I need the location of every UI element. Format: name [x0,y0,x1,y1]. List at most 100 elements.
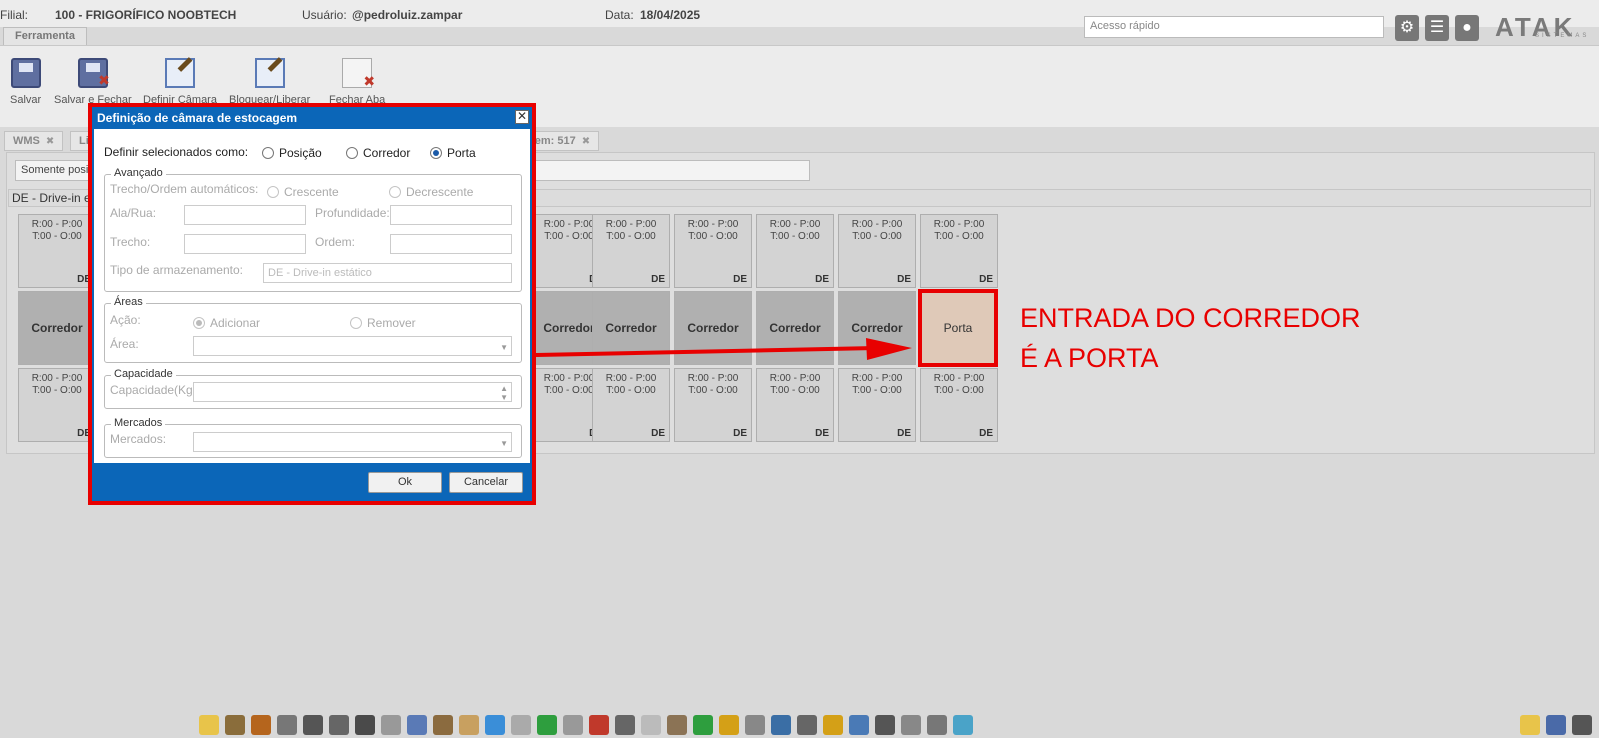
radio-decrescente[interactable]: Decrescente [389,185,473,199]
save-button[interactable]: Salvar [10,58,41,106]
storage-position-cell[interactable]: R:00 - P:00T:00 - O:00DE [674,214,752,288]
taskbar-shortcut-icon[interactable] [225,715,245,735]
data-value: 18/04/2025 [640,8,701,22]
taskbar-shortcut-icon[interactable] [563,715,583,735]
help-icon[interactable] [1546,715,1566,735]
area-select[interactable]: ▼ [193,336,512,356]
storage-position-cell[interactable]: R:00 - P:00T:00 - O:00DE [920,368,998,442]
ala-rua-input[interactable] [184,205,306,225]
cancel-button[interactable]: Cancelar [449,472,523,493]
quick-access-input[interactable]: Acesso rápido [1084,16,1384,38]
taskbar-shortcut-icon[interactable] [719,715,739,735]
gear-icon[interactable]: ⚙ [1395,15,1419,41]
areas-legend: Áreas [111,296,146,308]
video-icon[interactable] [1572,715,1592,735]
storage-position-cell[interactable]: R:00 - P:00T:00 - O:00DE [18,368,96,442]
close-tab-button[interactable]: ✖ Fechar Aba [329,58,385,106]
radio-porta[interactable]: Porta [430,146,476,160]
close-icon[interactable]: ✕ [515,110,529,124]
edit-pen-icon [254,58,285,88]
define-as-label: Definir selecionados como: [104,145,249,159]
close-icon[interactable]: ✖ [46,136,54,147]
radio-adicionar[interactable]: Adicionar [193,316,260,330]
capacidade-fieldset: Capacidade Capacidade(Kg): ▲ ▼ [104,368,522,409]
close-document-icon: ✖ [342,58,375,89]
capacidade-label: Capacidade(Kg): [110,383,201,397]
taskbar-shortcut-icon[interactable] [355,715,375,735]
radio-posicao[interactable]: Posição [262,146,322,160]
radio-circle [389,186,401,198]
radio-corredor-label: Corredor [363,146,411,160]
stepper-down-icon[interactable]: ▼ [500,393,508,401]
mercados-select[interactable]: ▼ [193,432,512,452]
storage-position-cell[interactable]: R:00 - P:00T:00 - O:00DE [592,214,670,288]
taskbar-shortcut-icon[interactable] [485,715,505,735]
taskbar-shortcut-icon[interactable] [693,715,713,735]
close-icon[interactable]: ✖ [582,136,590,147]
taskbar-shortcut-icon[interactable] [615,715,635,735]
cell-type-text: DE [733,428,747,439]
taskbar-shortcut-icon[interactable] [511,715,531,735]
radio-corredor[interactable]: Corredor [346,146,410,160]
favorites-icon[interactable] [1520,715,1540,735]
user-icon[interactable]: ● [1455,15,1479,41]
tipo-armazenamento-input[interactable]: DE - Drive-in estático [263,263,512,283]
define-chamber-button[interactable]: Definir Câmara [143,58,217,106]
door-cell[interactable]: Porta [918,289,998,367]
taskbar-shortcut-icon[interactable] [407,715,427,735]
trecho-ordem-label: Trecho/Ordem automáticos: [110,182,259,196]
avancado-fieldset: Avançado Trecho/Ordem automáticos: Cresc… [104,167,522,292]
taskbar-shortcut-icon[interactable] [589,715,609,735]
taskbar-shortcut-icon[interactable] [199,715,219,735]
storage-position-cell[interactable]: R:00 - P:00T:00 - O:00DE [838,214,916,288]
taskbar-shortcut-icon[interactable] [667,715,687,735]
tab-ferramenta[interactable]: Ferramenta [3,27,87,45]
taskbar-shortcut-icon[interactable] [303,715,323,735]
radio-decrescente-label: Decrescente [406,185,474,199]
taskbar-shortcut-icon[interactable] [823,715,843,735]
profundidade-input[interactable] [390,205,512,225]
save-close-button[interactable]: ✖ Salvar e Fechar [54,58,132,106]
taskbar-shortcut-icon[interactable] [641,715,661,735]
capacidade-stepper[interactable]: ▲ ▼ [193,382,512,402]
taskbar-shortcut-icon[interactable] [953,715,973,735]
annotation: ENTRADA DO CORREDOR É A PORTA [1020,298,1361,378]
radio-remover[interactable]: Remover [350,316,416,330]
radio-crescente[interactable]: Crescente [267,185,339,199]
trecho-input[interactable] [184,234,306,254]
storage-position-cell[interactable]: R:00 - P:00T:00 - O:00DE [674,368,752,442]
taskbar-shortcut-icon[interactable] [797,715,817,735]
taskbar-shortcut-icon[interactable] [927,715,947,735]
taskbar-shortcut-icon[interactable] [251,715,271,735]
area-label: Área: [110,337,139,351]
menu-icon[interactable]: ☰ [1425,15,1449,41]
taskbar-shortcut-icon[interactable] [459,715,479,735]
storage-position-cell[interactable]: R:00 - P:00T:00 - O:00DE [756,214,834,288]
mercados-label: Mercados: [110,432,167,446]
taskbar-shortcut-icon[interactable] [537,715,557,735]
stepper-up-icon[interactable]: ▲ [500,384,508,393]
taskbar-shortcut-icon[interactable] [745,715,765,735]
taskbar-shortcut-icon[interactable] [771,715,791,735]
storage-position-cell[interactable]: R:00 - P:00T:00 - O:00DE [838,368,916,442]
tab-wms[interactable]: WMS ✖ [4,131,64,151]
taskbar-shortcut-icon[interactable] [433,715,453,735]
taskbar-shortcut-icon[interactable] [381,715,401,735]
cell-r-text: R:00 - P:00 [769,219,821,230]
ok-button[interactable]: Ok [368,472,442,493]
storage-position-cell[interactable]: R:00 - P:00T:00 - O:00DE [920,214,998,288]
storage-position-cell[interactable]: R:00 - P:00T:00 - O:00DE [592,368,670,442]
taskbar-shortcut-icon[interactable] [329,715,349,735]
dialog-body: Definir selecionados como: Posição Corre… [94,129,530,463]
taskbar-shortcut-icon[interactable] [875,715,895,735]
taskbar-shortcut-icon[interactable] [277,715,297,735]
corridor-cell[interactable]: Corredor [18,291,96,365]
radio-circle-selected [193,317,205,329]
taskbar-shortcut-icon[interactable] [901,715,921,735]
taskbar-shortcut-icon[interactable] [849,715,869,735]
radio-circle [350,317,362,329]
ordem-input[interactable] [390,234,512,254]
block-release-button[interactable]: Bloquear/Liberar [229,58,310,106]
storage-position-cell[interactable]: R:00 - P:00T:00 - O:00DE [18,214,96,288]
storage-position-cell[interactable]: R:00 - P:00T:00 - O:00DE [756,368,834,442]
